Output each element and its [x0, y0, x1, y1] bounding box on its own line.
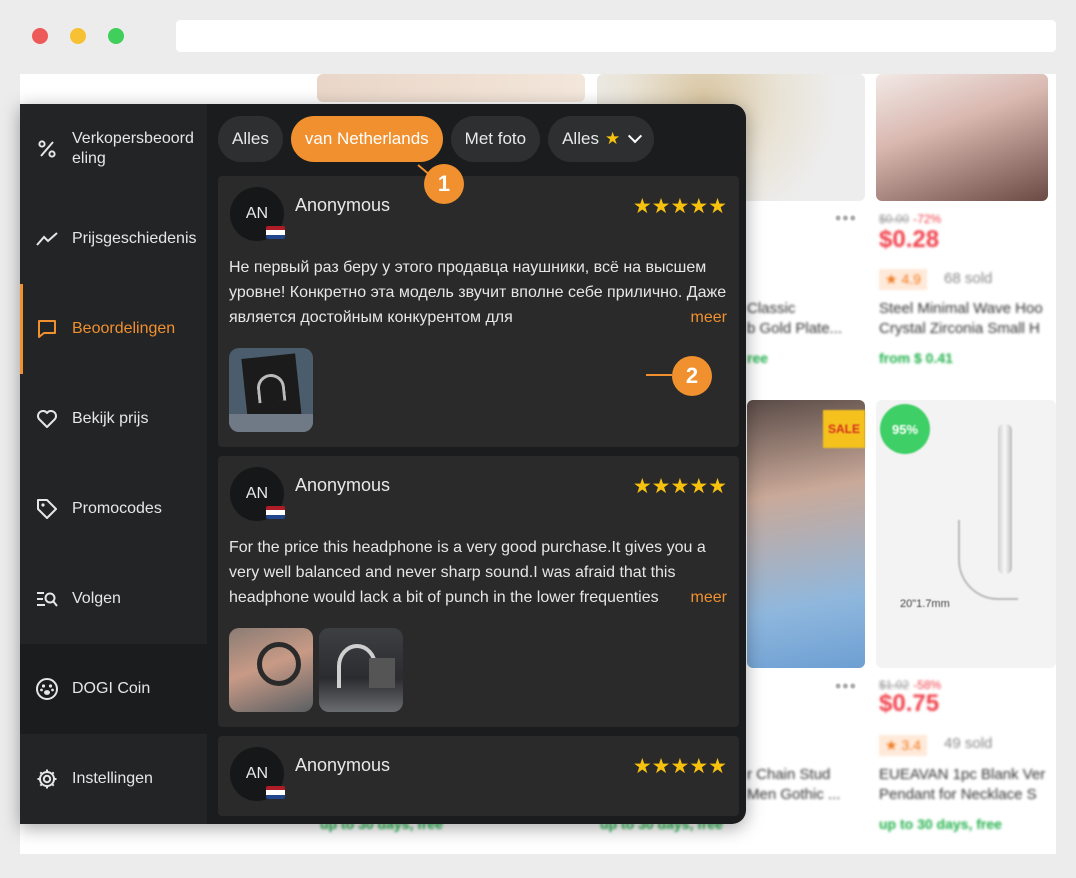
product-price: $0.28 [879, 226, 940, 253]
sidebar-item-label: Promocodes [72, 500, 162, 517]
product-title[interactable]: Steel Minimal Wave Hoo [879, 300, 1043, 317]
discount-badge: 95% [880, 404, 930, 454]
filter-all-chip[interactable]: Alles [218, 116, 283, 162]
sidebar-item-label: Beoordelingen [72, 320, 176, 337]
sidebar: Verkopersbeoordeling Prijsgeschiedenis B… [20, 104, 207, 824]
rating-chip: ★ 3.4 [879, 735, 927, 756]
sale-tag: SALE [823, 410, 865, 448]
sidebar-item-label: Prijsgeschiedenis [72, 230, 197, 247]
callout-badge: 1 [424, 164, 464, 204]
chip-label: Alles [562, 129, 599, 148]
sidebar-item-dogi-coin[interactable]: DOGI Coin [20, 644, 207, 734]
product-image[interactable] [876, 74, 1048, 201]
product-title[interactable]: b Gold Plate... [747, 320, 842, 337]
shipping-info: ree [747, 350, 769, 366]
percent-icon [36, 138, 58, 160]
sidebar-item-label: Instellingen [72, 770, 153, 787]
sidebar-item-label: Volgen [72, 590, 121, 607]
callout-badge: 2 [672, 356, 712, 396]
netherlands-flag-icon [266, 786, 285, 799]
review-author: Anonymous [295, 755, 391, 775]
sidebar-item-label: Bekijk prijs [72, 410, 149, 427]
sidebar-item-price-history[interactable]: Prijsgeschiedenis [20, 194, 207, 284]
callout-leader [646, 374, 672, 376]
product-title[interactable]: Men Gothic ... [747, 786, 840, 803]
netherlands-flag-icon [266, 506, 285, 519]
review-author: Anonymous [295, 475, 391, 495]
product-dimension-label: 20"1.7mm [900, 598, 950, 610]
review-photo[interactable] [229, 348, 313, 432]
trend-line-icon [36, 228, 58, 250]
product-title[interactable]: r Chain Stud [747, 766, 830, 783]
chip-label: van Netherlands [304, 129, 429, 148]
product-title[interactable]: Pendant for Necklace S [879, 786, 1037, 803]
review-stars: ★★★★★ [632, 195, 727, 218]
chat-bubble-icon [36, 318, 58, 340]
more-options-icon[interactable]: ••• [835, 208, 857, 229]
maximize-window-dot[interactable] [108, 28, 124, 44]
more-options-icon[interactable]: ••• [835, 676, 857, 697]
sidebar-item-promocodes[interactable]: Promocodes [20, 464, 207, 554]
review-stars: ★★★★★ [632, 475, 727, 498]
rating-chip: ★ 4.9 [879, 269, 927, 290]
review-photo[interactable] [229, 628, 313, 712]
review-author: Anonymous [295, 195, 391, 215]
chip-label: Alles [232, 129, 269, 148]
address-bar[interactable] [176, 20, 1056, 52]
sidebar-item-watch-price[interactable]: Bekijk prijs [20, 374, 207, 464]
review-photo[interactable] [319, 628, 403, 712]
shipping-info: from $ 0.41 [879, 350, 953, 366]
product-title[interactable]: Classic [747, 300, 795, 317]
chip-label: Met foto [464, 129, 527, 148]
review-photos [229, 348, 313, 432]
review-photos [229, 628, 403, 712]
product-title[interactable]: Crystal Zirconia Small H [879, 320, 1040, 337]
review-text: Не первый раз беру у этого продавца науш… [229, 259, 727, 326]
filter-bar: Alles van Netherlands Met foto Alles ★ [218, 116, 655, 162]
review-card: AN Anonymous ★★★★★ Не первый раз беру у … [218, 176, 739, 447]
sidebar-item-follow[interactable]: Volgen [20, 554, 207, 644]
review-text: For the price this headphone is a very g… [229, 539, 706, 606]
list-search-icon [36, 588, 58, 610]
discount: -72% [913, 212, 942, 226]
minimize-window-dot[interactable] [70, 28, 86, 44]
gear-icon [36, 768, 58, 790]
heart-icon [36, 408, 58, 430]
sidebar-item-label: DOGI Coin [72, 680, 151, 697]
filter-photo-chip[interactable]: Met foto [450, 116, 541, 162]
filter-country-chip[interactable]: van Netherlands [290, 116, 443, 162]
close-window-dot[interactable] [32, 28, 48, 44]
review-stars: ★★★★★ [632, 755, 727, 778]
read-more-link[interactable]: meer [672, 585, 727, 610]
product-image[interactable] [317, 74, 585, 102]
product-title[interactable]: EUEAVAN 1pc Blank Ver [879, 766, 1045, 783]
sold-count: 49 sold [944, 735, 993, 752]
shipping-info: up to 30 days, free [879, 816, 1002, 832]
paw-icon [36, 678, 58, 700]
review-card: AN Anonymous ★★★★★ [218, 736, 739, 816]
filter-stars-dropdown[interactable]: Alles ★ [548, 116, 655, 162]
sidebar-item-label: Verkopersbeoordeling [72, 130, 194, 167]
old-price: $0.00 [879, 212, 910, 226]
star-icon: ★ [604, 129, 621, 148]
sold-count: 68 sold [944, 270, 993, 287]
sidebar-item-reviews[interactable]: Beoordelingen [20, 284, 207, 374]
read-more-link[interactable]: meer [672, 305, 727, 330]
extension-panel: Verkopersbeoordeling Prijsgeschiedenis B… [20, 104, 746, 824]
sidebar-item-settings[interactable]: Instellingen [20, 734, 207, 824]
chevron-down-icon [628, 129, 643, 144]
product-price: $0.75 [879, 690, 940, 717]
netherlands-flag-icon [266, 226, 285, 239]
sidebar-item-seller-rating[interactable]: Verkopersbeoordeling [20, 104, 207, 194]
window-controls [32, 28, 124, 44]
reviews-content: Alles van Netherlands Met foto Alles ★ AN… [207, 104, 746, 824]
review-card: AN Anonymous ★★★★★ For the price this he… [218, 456, 739, 727]
tag-icon [36, 498, 58, 520]
